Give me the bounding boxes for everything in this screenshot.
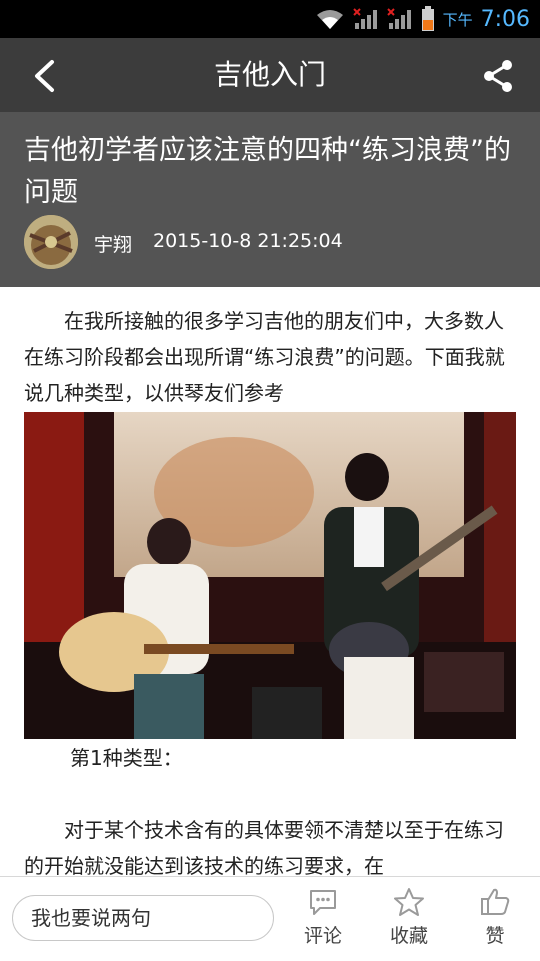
section-paragraph: 对于某个技术含有的具体要领不清楚以至于在练习的开始就没能达到该技术的练习要求，在 — [24, 818, 504, 878]
like-label: 赞 — [485, 925, 505, 947]
signal-2-icon — [386, 8, 411, 29]
battery-icon — [421, 6, 434, 31]
concert-photo-image — [24, 412, 516, 739]
status-indicators: 下午 7:06 — [315, 0, 530, 38]
comment-label: 评论 — [303, 925, 342, 947]
article-photo — [24, 412, 516, 739]
comment-button[interactable]: 评论 — [288, 887, 358, 957]
article-header: 吉他初学者应该注意的四种“练习浪费”的问题 — [0, 112, 540, 287]
article-content: 在我所接触的很多学习吉他的朋友们中，大多数人在练习阶段都会出现所谓“练习浪费”的… — [24, 303, 516, 411]
article-title: 吉他初学者应该注意的四种“练习浪费”的问题 — [24, 135, 511, 208]
comment-input[interactable]: 我也要说两句 — [12, 895, 274, 941]
nav-bar: 吉他入门 — [0, 38, 540, 112]
bottom-bar: 我也要说两句 评论 收藏 赞 — [0, 876, 540, 961]
section-heading: 第1种类型： — [70, 746, 183, 770]
star-icon — [394, 888, 424, 916]
share-icon — [484, 60, 512, 92]
thumbs-up-icon — [481, 888, 510, 915]
author-name[interactable]: 宇翔 — [94, 230, 132, 257]
avatar-image — [24, 215, 78, 269]
publish-date: 2015-10-8 21:25:04 — [153, 230, 343, 252]
page-title: 吉他入门 — [213, 58, 326, 91]
status-time: 7:06 — [480, 6, 530, 32]
status-ampm: 下午 — [442, 10, 473, 29]
signal-1-icon — [352, 8, 377, 29]
wifi-icon — [316, 10, 343, 29]
avatar[interactable] — [24, 215, 78, 269]
status-bar: 下午 7:06 — [0, 0, 540, 38]
intro-paragraph: 在我所接触的很多学习吉他的朋友们中，大多数人在练习阶段都会出现所谓“练习浪费”的… — [24, 309, 505, 405]
comment-icon — [310, 890, 336, 915]
share-button[interactable] — [478, 56, 518, 96]
favorite-label: 收藏 — [389, 925, 428, 947]
favorite-button[interactable]: 收藏 — [374, 887, 444, 957]
like-button[interactable]: 赞 — [460, 887, 530, 957]
